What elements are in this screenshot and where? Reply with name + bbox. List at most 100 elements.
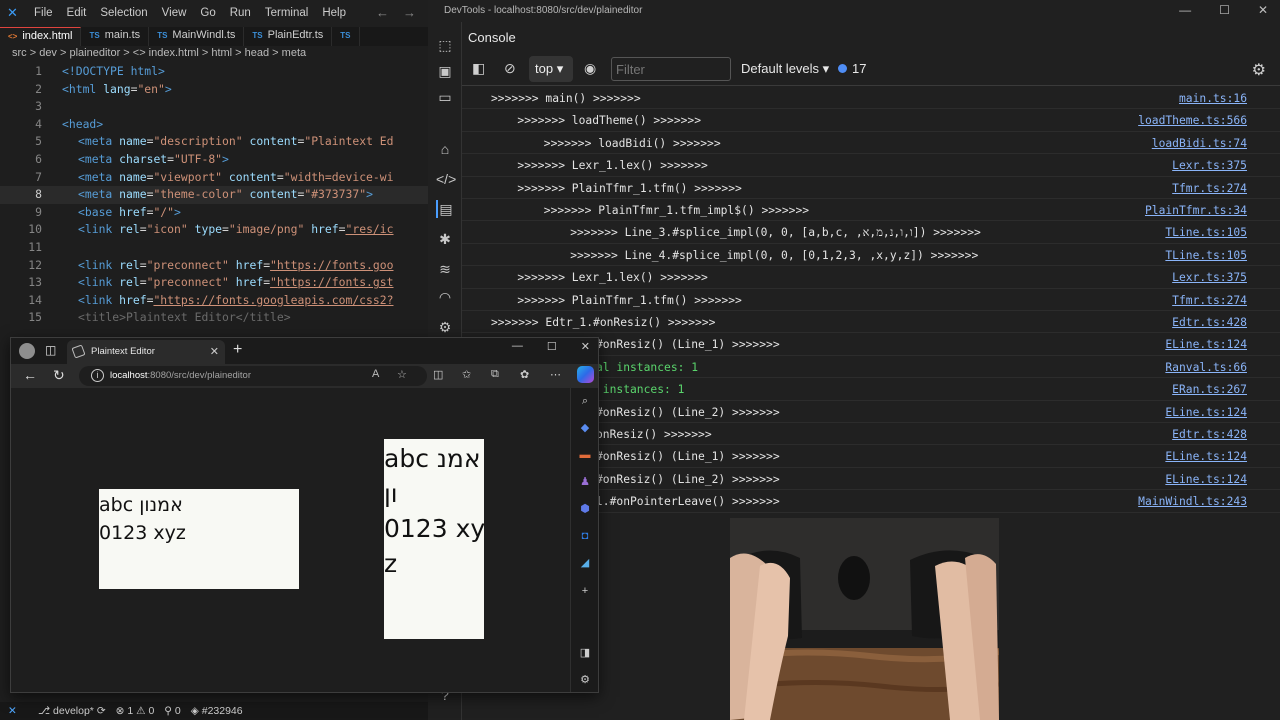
code-editor[interactable]: 1 <!DOCTYPE html> 2 <html lang="en"> 3 4 <h… — [0, 63, 428, 343]
minimize-icon[interactable]: — — [512, 340, 523, 353]
editor-pane-narrow[interactable]: abc אמנ ון 0123 xy z — [384, 439, 484, 639]
console-icon[interactable]: ▤ — [436, 200, 454, 218]
menu-edit[interactable]: Edit — [67, 7, 87, 19]
sidebar-toggle-icon[interactable]: ◧ — [472, 60, 485, 77]
close-tab-icon[interactable]: ✕ — [210, 345, 219, 358]
tab-mainwindl-ts[interactable]: TS MainWindl.ts — [149, 27, 245, 46]
branch-status[interactable]: ⎇ develop* ⟳ — [38, 705, 106, 720]
console-source-link[interactable]: loadTheme.ts:566 — [1138, 114, 1247, 127]
network-wifi-icon[interactable]: ≋ — [436, 260, 454, 278]
log-levels-dropdown[interactable]: Default levels ▾ — [741, 61, 829, 77]
microsoft365-icon[interactable]: ⬢ — [578, 502, 592, 516]
address-bar[interactable]: i localhost:8080/src/dev/plaineditor A ☆ — [79, 366, 427, 386]
settings-icon[interactable]: ⚙ — [436, 318, 454, 336]
copilot-icon[interactable] — [577, 366, 594, 383]
favorite-star-icon[interactable]: ☆ — [397, 368, 407, 381]
hide-sidebar-icon[interactable]: ◨ — [578, 646, 592, 660]
console-source-link[interactable]: TLine.ts:105 — [1165, 226, 1247, 239]
profile-avatar[interactable] — [19, 343, 35, 359]
elements-icon[interactable]: </> — [436, 170, 456, 188]
editor-pane-horizontal[interactable]: abc אמנון 0123 xyz — [99, 489, 299, 589]
menu-help[interactable]: Help — [322, 7, 346, 19]
console-source-link[interactable]: TLine.ts:105 — [1165, 249, 1247, 262]
back-arrow-icon[interactable]: ← — [23, 367, 37, 383]
send-icon[interactable]: ◢ — [578, 556, 592, 570]
vscode-titlebar: ✕ File Edit Selection View Go Run Termin… — [0, 0, 428, 27]
sidebar-settings-icon[interactable]: ⚙ — [578, 673, 592, 687]
tab-plainedtr-ts[interactable]: TS PlainEdtr.ts — [244, 27, 333, 46]
tab-label: PlainEdtr.ts — [267, 29, 324, 41]
home-icon[interactable]: ⌂ — [436, 140, 454, 158]
console-source-link[interactable]: ERan.ts:267 — [1172, 383, 1247, 396]
console-source-link[interactable]: main.ts:16 — [1179, 92, 1247, 105]
console-source-link[interactable]: Ranval.ts:66 — [1165, 361, 1247, 374]
maximize-icon[interactable]: ☐ — [547, 340, 557, 353]
inspect-icon[interactable]: ⬚ — [436, 36, 454, 54]
close-icon[interactable]: ✕ — [581, 340, 590, 353]
forward-arrow-icon[interactable]: → — [403, 5, 416, 20]
filter-input[interactable] — [611, 57, 731, 81]
menu-selection[interactable]: Selection — [100, 7, 147, 19]
menu-file[interactable]: File — [34, 7, 53, 19]
new-tab-icon[interactable]: + — [233, 341, 242, 359]
live-expression-eye-icon[interactable]: ◉ — [584, 60, 596, 77]
menu-run[interactable]: Run — [230, 7, 251, 19]
site-info-icon[interactable]: i — [91, 369, 104, 382]
more-menu-icon[interactable]: ⋯ — [550, 368, 561, 381]
menu-view[interactable]: View — [162, 7, 187, 19]
tab-index-html[interactable]: <> index.html — [0, 27, 82, 46]
problems-status[interactable]: ⊗ 1 ⚠ 0 — [116, 705, 155, 720]
back-arrow-icon[interactable]: ← — [376, 5, 389, 20]
console-source-link[interactable]: ELine.ts:124 — [1165, 450, 1247, 463]
console-settings-gear-icon[interactable]: ⚙ — [1252, 60, 1266, 80]
outlook-icon[interactable]: ◘ — [578, 529, 592, 543]
console-source-link[interactable]: Edtr.ts:428 — [1172, 428, 1247, 441]
menu-go[interactable]: Go — [200, 7, 215, 19]
split-screen-icon[interactable]: ◫ — [433, 368, 443, 381]
console-source-link[interactable]: Tfmr.ts:274 — [1172, 294, 1247, 307]
search-icon[interactable]: ⌕ — [578, 394, 592, 408]
ports-status[interactable]: ⚲ 0 — [164, 705, 180, 720]
console-source-link[interactable]: ELine.ts:124 — [1165, 473, 1247, 486]
minimize-icon[interactable]: — — [1179, 3, 1191, 17]
browser-tab[interactable]: Plaintext Editor ✕ — [67, 340, 225, 364]
context-select[interactable]: top ▾ — [529, 56, 573, 82]
extension-icon[interactable]: ✿ — [520, 368, 529, 381]
favorites-icon[interactable]: ✩ — [462, 368, 471, 381]
console-source-link[interactable]: MainWindl.ts:243 — [1138, 495, 1247, 508]
performance-icon[interactable]: ◠ — [436, 288, 454, 306]
console-source-link[interactable]: Lexr.ts:375 — [1172, 271, 1247, 284]
devtools-titlebar: DevTools - localhost:8080/src/dev/plaine… — [428, 0, 1280, 22]
device-icon[interactable]: ▣ — [436, 62, 454, 80]
maximize-icon[interactable]: ☐ — [1219, 3, 1230, 17]
menu-terminal[interactable]: Terminal — [265, 7, 308, 19]
games-icon[interactable]: ♟ — [578, 475, 592, 489]
tab-main-ts[interactable]: TS main.ts — [81, 27, 150, 46]
add-sidebar-app-icon[interactable]: + — [578, 584, 592, 598]
console-message-text: >>>>>>> Line_3.#splice_impl(0, 0, [a,b,c… — [570, 226, 981, 240]
read-aloud-icon[interactable]: A — [372, 368, 379, 380]
console-source-link[interactable]: Lexr.ts:375 — [1172, 159, 1247, 172]
reload-icon[interactable]: ↻ — [53, 367, 65, 384]
shopping-tag-icon[interactable]: ◆ — [578, 421, 592, 435]
code-line: 7 <meta name="viewport" content="width=de… — [0, 169, 428, 187]
issues-counter[interactable]: 17 — [838, 61, 866, 76]
console-source-link[interactable]: PlainTfmr.ts:34 — [1145, 204, 1247, 217]
console-source-link[interactable]: loadBidi.ts:74 — [1152, 137, 1247, 150]
console-source-link[interactable]: ELine.ts:124 — [1165, 338, 1247, 351]
close-icon[interactable]: ✕ — [1258, 3, 1268, 17]
tab-overflow[interactable]: TS — [332, 27, 360, 46]
breadcrumb[interactable]: src > dev > plaineditor > <> index.html … — [0, 46, 428, 63]
window-icon[interactable]: ▭ — [436, 88, 454, 106]
console-source-link[interactable]: ELine.ts:124 — [1165, 406, 1247, 419]
tools-icon[interactable]: ▬ — [578, 448, 592, 462]
console-source-link[interactable]: Edtr.ts:428 — [1172, 316, 1247, 329]
sources-bug-icon[interactable]: ✱ — [436, 230, 454, 248]
tab-actions-icon[interactable]: ◫ — [45, 343, 59, 357]
console-source-link[interactable]: Tfmr.ts:274 — [1172, 182, 1247, 195]
clear-console-icon[interactable]: ⊘ — [504, 60, 516, 77]
commit-status[interactable]: ◈ #232946 — [191, 705, 243, 720]
console-message: >>>>>>> Lexr_1.lex() >>>>>>> Lexr.ts:375 — [462, 154, 1280, 177]
collections-icon[interactable]: ⧉ — [491, 368, 499, 381]
remote-icon[interactable]: ✕ — [8, 705, 28, 720]
